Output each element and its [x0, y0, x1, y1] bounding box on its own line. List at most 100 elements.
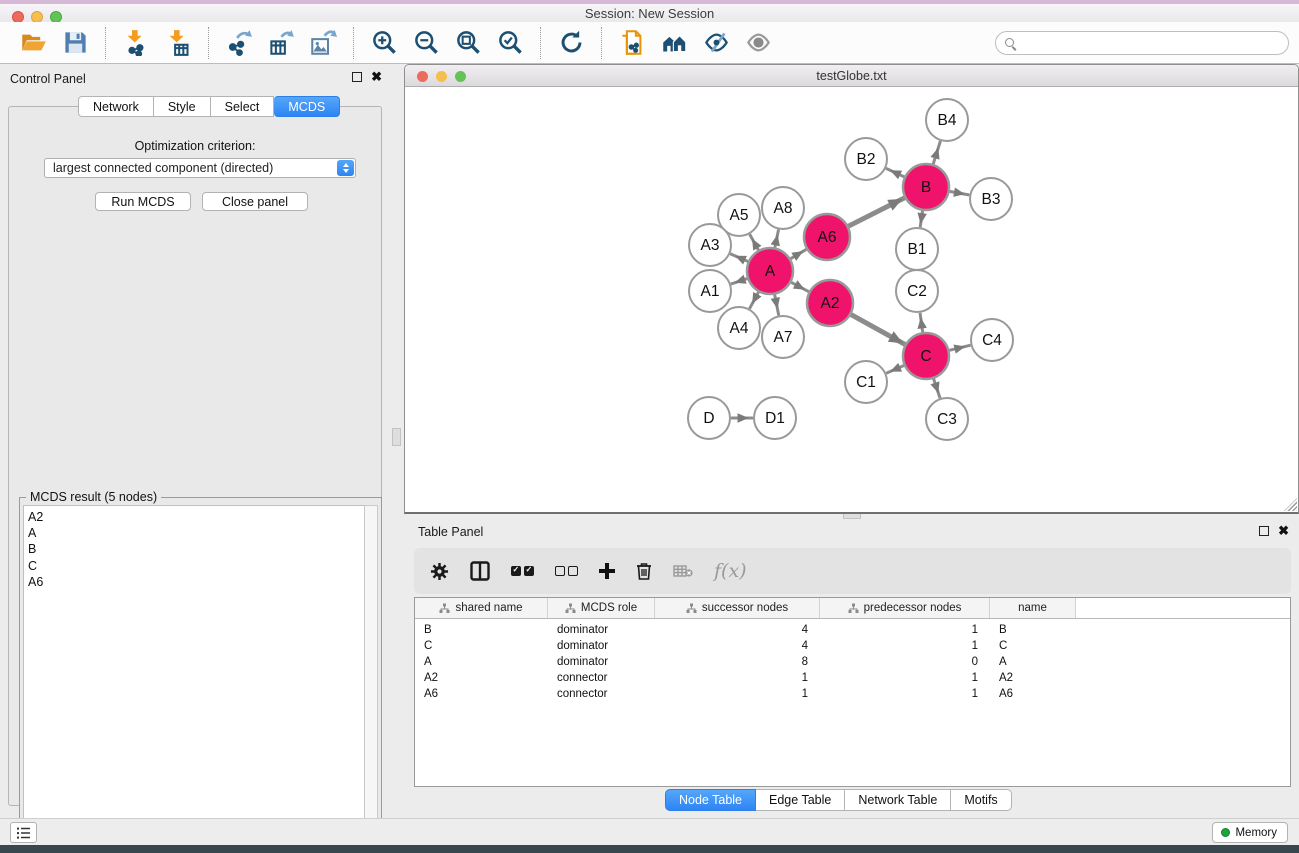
search-field[interactable]: [995, 31, 1289, 55]
table-row[interactable]: Cdominator41C: [415, 638, 1290, 654]
open-file-icon[interactable]: [18, 28, 48, 58]
save-session-icon[interactable]: [60, 28, 90, 58]
cell-shared-name[interactable]: A2: [415, 672, 548, 684]
tab-node-table[interactable]: Node Table: [665, 789, 756, 811]
table-options-icon[interactable]: [430, 558, 449, 584]
table-row[interactable]: A2connector11A2: [415, 670, 1290, 686]
float-table-panel-icon[interactable]: [1259, 526, 1269, 536]
search-input[interactable]: [1020, 33, 1288, 53]
tab-edge-table[interactable]: Edge Table: [756, 789, 845, 811]
cell-successor-nodes[interactable]: 4: [655, 624, 820, 636]
column-header-successor-nodes[interactable]: successor nodes: [655, 598, 820, 618]
cell-mcds-role[interactable]: dominator: [548, 640, 655, 652]
network-canvas[interactable]: B4B2BB3A5A8A6A3B1AA1C2A2A4A7C4CC1C3DD1: [405, 88, 1298, 506]
column-header-predecessor-nodes[interactable]: predecessor nodes: [820, 598, 990, 618]
graph-nodes[interactable]: B4B2BB3A5A8A6A3B1AA1C2A2A4A7C4CC1C3DD1: [688, 99, 1013, 440]
cell-name[interactable]: C: [990, 640, 1076, 652]
deselect-all-icon[interactable]: [555, 558, 578, 584]
network-window-titlebar[interactable]: testGlobe.txt: [405, 65, 1298, 87]
optimization-criterion-select[interactable]: largest connected component (directed): [44, 158, 356, 178]
tab-network-table[interactable]: Network Table: [845, 789, 951, 811]
new-network-from-selection-icon[interactable]: [617, 28, 647, 58]
import-network-icon[interactable]: [121, 28, 151, 58]
cell-name[interactable]: A: [990, 656, 1076, 668]
zoom-selected-icon[interactable]: [495, 28, 525, 58]
mcds-result-box: MCDS result (5 nodes) A2ABCA6: [19, 497, 382, 842]
column-view-icon[interactable]: [470, 558, 490, 584]
add-column-icon[interactable]: [599, 558, 615, 584]
desktop-background-bottom: [0, 845, 1299, 853]
cell-predecessor-nodes[interactable]: 1: [820, 672, 990, 684]
cell-shared-name[interactable]: C: [415, 640, 548, 652]
table-body: Bdominator41BCdominator41CAdominator80AA…: [415, 619, 1290, 702]
export-network-icon[interactable]: [224, 28, 254, 58]
cell-predecessor-nodes[interactable]: 1: [820, 688, 990, 700]
cell-shared-name[interactable]: B: [415, 624, 548, 636]
tab-motifs[interactable]: Motifs: [951, 789, 1011, 811]
node-label-A4: A4: [730, 320, 749, 337]
column-header-mcds-role[interactable]: MCDS role: [548, 598, 655, 618]
result-item[interactable]: C: [28, 558, 364, 574]
result-item[interactable]: B: [28, 541, 364, 557]
float-panel-icon[interactable]: [352, 72, 362, 82]
result-item[interactable]: A2: [28, 509, 364, 525]
refresh-icon[interactable]: [556, 28, 586, 58]
network-graph[interactable]: B4B2BB3A5A8A6A3B1AA1C2A2A4A7C4CC1C3DD1: [405, 88, 1298, 506]
import-table-icon[interactable]: [163, 28, 193, 58]
zoom-fit-icon[interactable]: [453, 28, 483, 58]
edge-arrowhead: [930, 381, 939, 393]
tab-mcds[interactable]: MCDS: [274, 96, 340, 117]
cell-predecessor-nodes[interactable]: 1: [820, 640, 990, 652]
memory-button[interactable]: Memory: [1212, 822, 1288, 843]
table-row[interactable]: Bdominator41B: [415, 622, 1290, 638]
cell-name[interactable]: A2: [990, 672, 1076, 684]
cell-predecessor-nodes[interactable]: 0: [820, 656, 990, 668]
run-mcds-button[interactable]: Run MCDS: [95, 192, 191, 211]
show-hide-icon[interactable]: [743, 28, 773, 58]
tab-style[interactable]: Style: [154, 96, 211, 117]
task-history-button[interactable]: [10, 822, 37, 843]
cell-name[interactable]: A6: [990, 688, 1076, 700]
memory-label: Memory: [1235, 827, 1277, 839]
cell-mcds-role[interactable]: dominator: [548, 624, 655, 636]
delete-column-icon[interactable]: [636, 558, 652, 584]
home-views-icon[interactable]: [659, 28, 689, 58]
tab-network[interactable]: Network: [78, 96, 154, 117]
cell-mcds-role[interactable]: connector: [548, 672, 655, 684]
cell-name[interactable]: B: [990, 624, 1076, 636]
close-panel-icon[interactable]: ✖: [371, 72, 382, 82]
vertical-divider-grip[interactable]: [392, 428, 401, 446]
table-row[interactable]: A6connector11A6: [415, 686, 1290, 702]
delete-table-icon[interactable]: [673, 558, 693, 584]
column-header-name[interactable]: name: [990, 598, 1076, 618]
close-panel-button[interactable]: Close panel: [202, 192, 308, 211]
cell-successor-nodes[interactable]: 1: [655, 688, 820, 700]
column-header-shared-name[interactable]: shared name: [415, 598, 548, 618]
mcds-result-list: A2ABCA6: [23, 505, 364, 838]
node-label-C: C: [920, 348, 931, 365]
cell-successor-nodes[interactable]: 1: [655, 672, 820, 684]
export-table-icon[interactable]: [266, 28, 296, 58]
result-scrollbar[interactable]: [364, 505, 378, 838]
cell-mcds-role[interactable]: connector: [548, 688, 655, 700]
cell-mcds-role[interactable]: dominator: [548, 656, 655, 668]
node-label-C3: C3: [937, 411, 957, 428]
select-all-icon[interactable]: [511, 558, 534, 584]
tab-select[interactable]: Select: [211, 96, 275, 117]
export-image-icon[interactable]: [308, 28, 338, 58]
result-item[interactable]: A: [28, 525, 364, 541]
table-row[interactable]: Adominator80A: [415, 654, 1290, 670]
birds-eye-icon[interactable]: [701, 28, 731, 58]
cell-shared-name[interactable]: A6: [415, 688, 548, 700]
close-table-panel-icon[interactable]: ✖: [1278, 526, 1289, 536]
cell-predecessor-nodes[interactable]: 1: [820, 624, 990, 636]
result-item[interactable]: A6: [28, 574, 364, 590]
cell-successor-nodes[interactable]: 8: [655, 656, 820, 668]
function-builder-icon[interactable]: f(x): [714, 558, 747, 584]
node-label-D: D: [703, 410, 714, 427]
zoom-in-icon[interactable]: [369, 28, 399, 58]
cell-shared-name[interactable]: A: [415, 656, 548, 668]
zoom-out-icon[interactable]: [411, 28, 441, 58]
main-toolbar: [0, 22, 1299, 64]
cell-successor-nodes[interactable]: 4: [655, 640, 820, 652]
